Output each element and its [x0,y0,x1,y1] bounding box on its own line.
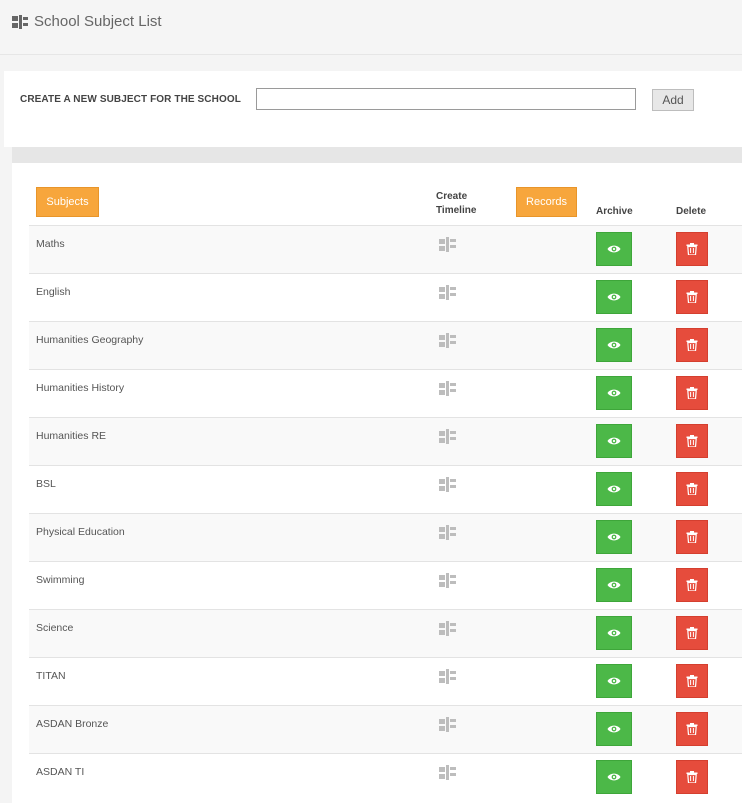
delete-button[interactable] [676,472,708,506]
archive-button[interactable] [596,664,632,698]
table-row: Humanities RE [29,417,742,465]
archive-header: Archive [596,206,633,217]
timeline-flag-icon[interactable] [439,621,457,636]
subject-name: Humanities History [36,382,125,394]
delete-button[interactable] [676,424,708,458]
archive-button[interactable] [596,712,632,746]
new-subject-input[interactable] [256,88,636,110]
delete-button[interactable] [676,616,708,650]
archive-button[interactable] [596,232,632,266]
subjects-button[interactable]: Subjects [36,187,99,217]
archive-button[interactable] [596,280,632,314]
archive-button[interactable] [596,520,632,554]
delete-button[interactable] [676,280,708,314]
delete-button[interactable] [676,376,708,410]
timeline-flag-icon[interactable] [439,333,457,348]
timeline-flag-icon [12,15,28,29]
table-row: Science [29,609,742,657]
create-subject-panel: CREATE A NEW SUBJECT FOR THE SCHOOL Add [4,71,742,147]
archive-button[interactable] [596,424,632,458]
timeline-flag-icon[interactable] [439,717,457,732]
timeline-flag-icon[interactable] [439,429,457,444]
timeline-flag-icon[interactable] [439,669,457,684]
page-title: School Subject List [34,13,162,30]
delete-header: Delete [676,206,707,217]
subject-name: English [36,286,71,298]
delete-button[interactable] [676,328,708,362]
subject-name: Humanities RE [36,430,107,442]
subject-name: ASDAN TI [36,766,85,778]
table-row: Physical Education [29,513,742,561]
table-row: Swimming [29,561,742,609]
delete-button[interactable] [676,712,708,746]
create-timeline-header: Create Timeline [436,191,477,216]
table-row: Maths [29,225,742,273]
timeline-flag-icon[interactable] [439,765,457,780]
table-row: TITAN [29,657,742,705]
subject-name: BSL [36,478,56,490]
subject-list-panel: Subjects Create Timeline Records Archive… [12,147,742,803]
archive-button[interactable] [596,376,632,410]
delete-button[interactable] [676,664,708,698]
timeline-flag-icon[interactable] [439,573,457,588]
delete-button[interactable] [676,760,708,794]
subject-name: TITAN [36,670,66,682]
timeline-flag-icon[interactable] [439,525,457,540]
create-subject-label: CREATE A NEW SUBJECT FOR THE SCHOOL [20,94,241,105]
table-row: Humanities History [29,369,742,417]
archive-button[interactable] [596,616,632,650]
subject-name: Maths [36,238,65,250]
top-bar: School Subject List [0,0,742,55]
table-row: English [29,273,742,321]
add-subject-button[interactable]: Add [652,89,694,111]
subject-name: Swimming [36,574,85,586]
subject-name: Physical Education [36,526,125,538]
archive-button[interactable] [596,568,632,602]
subject-name: Humanities Geography [36,334,144,346]
table-row: Humanities Geography [29,321,742,369]
subject-name: ASDAN Bronze [36,718,109,730]
delete-button[interactable] [676,520,708,554]
subject-rows: Maths English Humanities Geography Humaniti… [29,225,742,801]
archive-button[interactable] [596,472,632,506]
table-row: ASDAN TI [29,753,742,801]
table-row: ASDAN Bronze [29,705,742,753]
delete-button[interactable] [676,568,708,602]
archive-button[interactable] [596,760,632,794]
archive-button[interactable] [596,328,632,362]
subject-name: Science [36,622,74,634]
timeline-flag-icon[interactable] [439,237,457,252]
timeline-flag-icon[interactable] [439,381,457,396]
table-row: BSL [29,465,742,513]
timeline-flag-icon[interactable] [439,285,457,300]
subject-table: Subjects Create Timeline Records Archive… [12,163,742,803]
timeline-flag-icon[interactable] [439,477,457,492]
records-button[interactable]: Records [516,187,577,217]
delete-button[interactable] [676,232,708,266]
